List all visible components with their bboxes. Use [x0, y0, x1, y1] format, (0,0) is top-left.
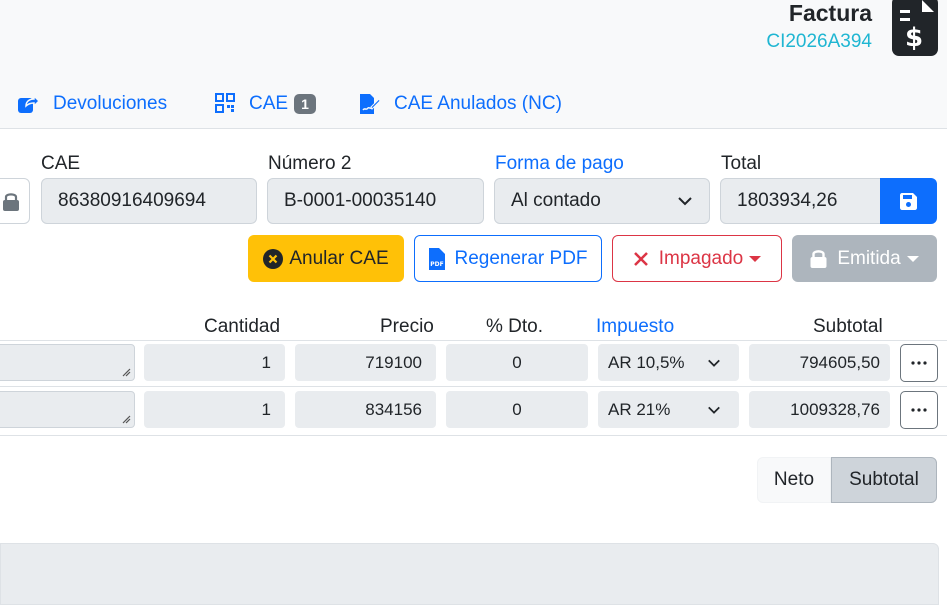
resize-handle-icon — [122, 368, 131, 377]
chevron-down-icon — [708, 406, 720, 414]
total-label: Total — [721, 153, 762, 174]
dto-input[interactable]: 0 — [446, 391, 588, 428]
file-signature-icon — [358, 93, 381, 115]
svg-text:$: $ — [905, 23, 923, 53]
col-header-subtotal: Subtotal — [813, 316, 883, 337]
row-options-button[interactable] — [900, 344, 938, 382]
lock-addon[interactable] — [0, 178, 30, 224]
totals-panel — [0, 543, 939, 605]
emitida-label: Emitida — [837, 247, 901, 269]
regenerar-pdf-label: Regenerar PDF — [454, 247, 588, 269]
numero-field[interactable]: B-0001-00035140 — [267, 178, 484, 224]
description-textarea[interactable] — [0, 344, 135, 381]
dto-input[interactable]: 0 — [446, 344, 588, 381]
anular-cae-button[interactable]: Anular CAE — [248, 235, 404, 282]
forma-pago-label[interactable]: Forma de pago — [495, 153, 624, 175]
impagado-label: Impagado — [658, 247, 744, 269]
caret-down-icon — [749, 255, 762, 262]
regenerar-pdf-button[interactable]: PDF Regenerar PDF — [414, 235, 602, 282]
impuesto-value: AR 10,5% — [608, 353, 685, 372]
times-icon — [633, 251, 648, 266]
impuesto-select[interactable]: AR 10,5% — [598, 344, 739, 381]
total-field[interactable]: 1803934,26 — [720, 178, 882, 224]
precio-input[interactable]: 719100 — [295, 344, 436, 381]
forma-pago-value: Al contado — [511, 190, 601, 211]
tab-cae-label: CAE — [249, 93, 289, 114]
table-divider — [0, 340, 947, 341]
caret-down-icon — [906, 255, 919, 262]
precio-input[interactable]: 834156 — [295, 391, 436, 428]
lock-icon — [810, 250, 827, 268]
ellipsis-icon — [911, 361, 927, 365]
qrcode-icon — [215, 93, 237, 115]
tab-devoluciones-label: Devoluciones — [53, 93, 168, 114]
numero-label: Número 2 — [268, 153, 352, 174]
cae-label: CAE — [41, 153, 81, 174]
cae-count-badge: 1 — [294, 94, 316, 114]
share-square-icon — [17, 93, 41, 115]
col-header-impuesto[interactable]: Impuesto — [596, 316, 674, 338]
col-header-precio: Precio — [380, 316, 434, 337]
forma-pago-select[interactable]: Al contado — [494, 178, 710, 224]
document-number: CI2026A394 — [766, 31, 872, 52]
cae-field[interactable]: 86380916409694 — [41, 178, 257, 224]
times-circle-icon — [263, 248, 284, 269]
table-divider — [0, 386, 947, 387]
row-options-button[interactable] — [900, 391, 938, 429]
tab-cae-anulados[interactable]: CAE Anulados (NC) — [358, 90, 562, 118]
impuesto-value: AR 21% — [608, 400, 671, 419]
document-header: Factura CI2026A394 $ Devoluciones CAE 1 … — [0, 0, 947, 129]
document-title: Factura — [788, 0, 872, 26]
description-textarea[interactable] — [0, 391, 135, 428]
emitida-dropdown[interactable]: Emitida — [792, 235, 937, 282]
lock-icon — [3, 193, 19, 211]
tab-cae-anulados-label: CAE Anulados (NC) — [394, 93, 562, 114]
save-icon — [900, 193, 917, 210]
ellipsis-icon — [911, 408, 927, 412]
table-divider — [0, 435, 947, 436]
file-invoice-dollar-icon: $ — [892, 0, 938, 56]
toggle-subtotal[interactable]: Subtotal — [831, 457, 937, 503]
subtotal-value: 1009328,76 — [749, 391, 890, 428]
impuesto-select[interactable]: AR 21% — [598, 391, 739, 428]
tab-cae[interactable]: CAE 1 — [215, 90, 316, 118]
file-pdf-icon: PDF — [429, 247, 446, 270]
save-button[interactable] — [880, 178, 937, 224]
resize-handle-icon — [122, 415, 131, 424]
tab-devoluciones[interactable]: Devoluciones — [17, 90, 167, 118]
impagado-dropdown[interactable]: Impagado — [612, 235, 782, 282]
chevron-down-icon — [678, 197, 692, 206]
toggle-neto[interactable]: Neto — [757, 457, 831, 503]
anular-cae-label: Anular CAE — [289, 247, 389, 269]
svg-text:PDF: PDF — [431, 261, 444, 268]
subtotal-value: 794605,50 — [749, 344, 890, 381]
col-header-dto: % Dto. — [486, 316, 544, 337]
cantidad-input[interactable]: 1 — [144, 344, 285, 381]
col-header-cantidad: Cantidad — [204, 316, 281, 337]
chevron-down-icon — [708, 359, 720, 367]
cantidad-input[interactable]: 1 — [144, 391, 285, 428]
